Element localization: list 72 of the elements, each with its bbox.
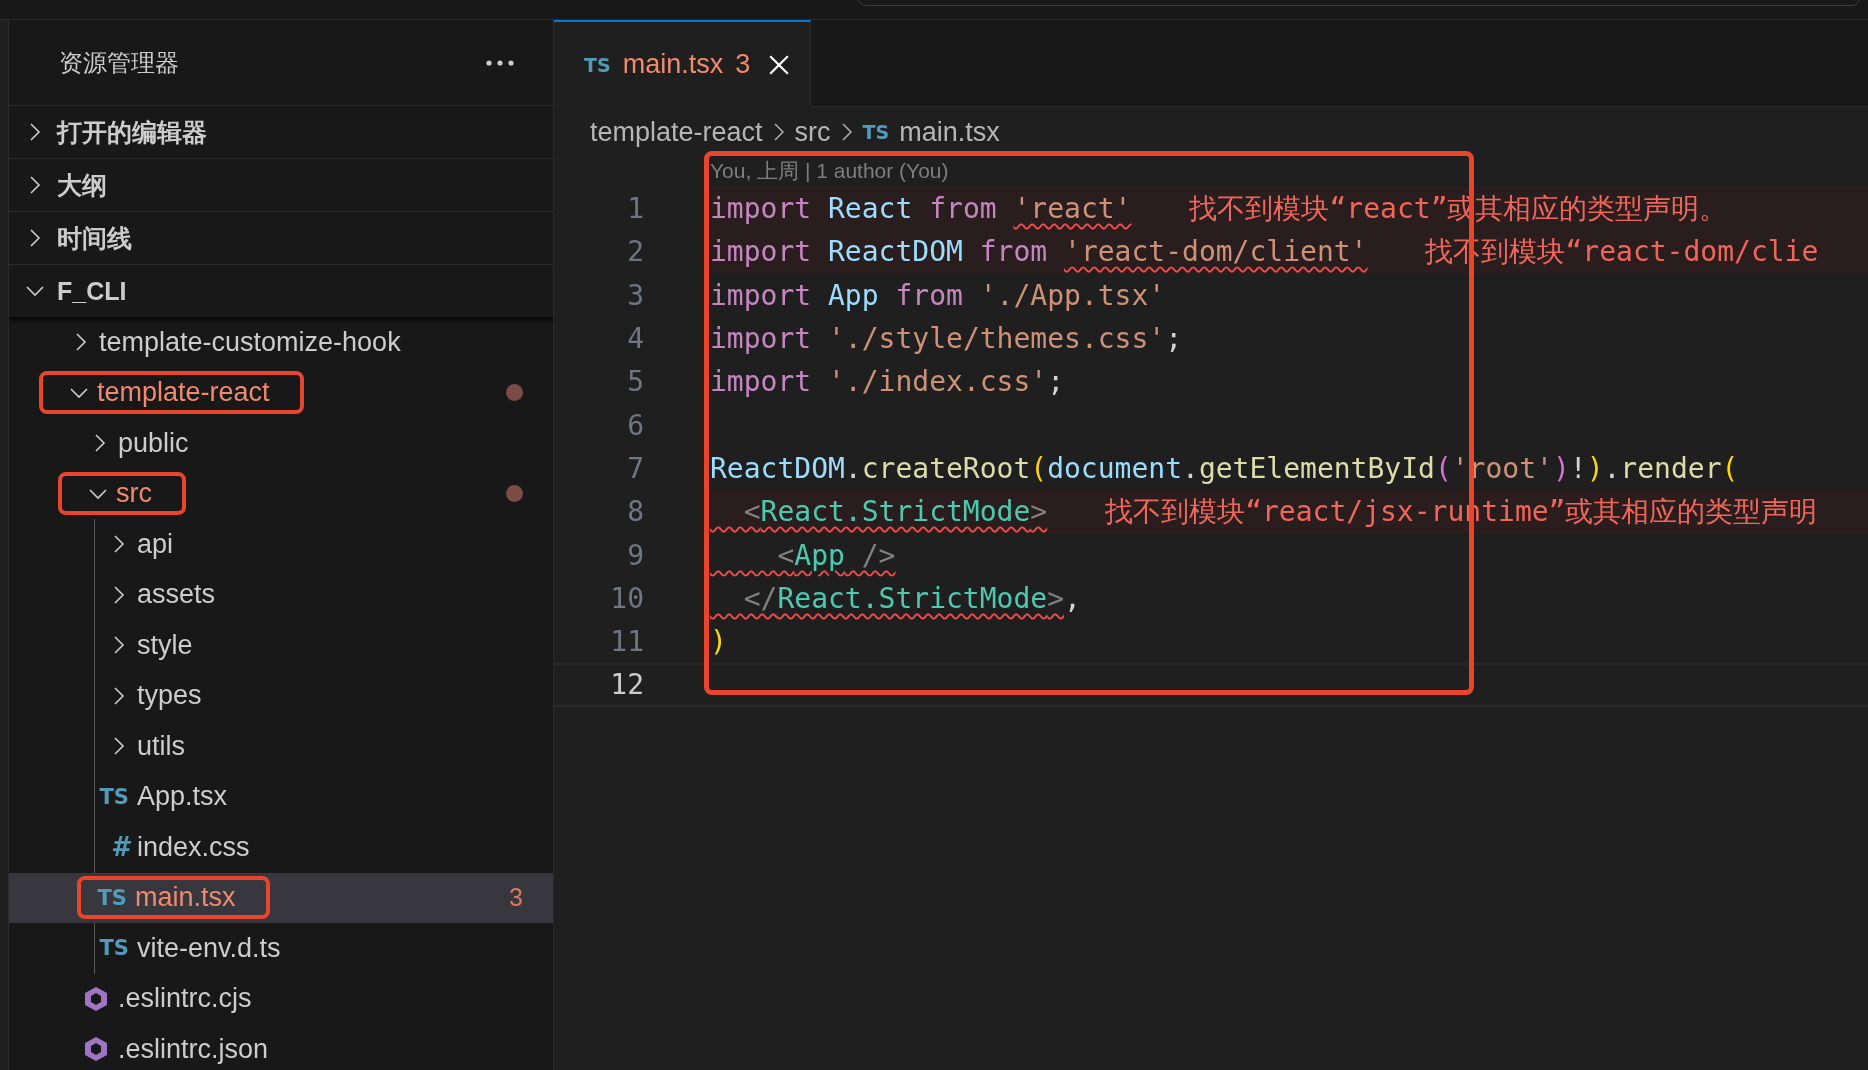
tree-item[interactable]: assets: [9, 569, 553, 620]
tree-item[interactable]: template-customize-hook: [9, 317, 553, 368]
tree-item[interactable]: template-react: [9, 367, 553, 418]
section-header[interactable]: 打开的编辑器: [9, 105, 553, 158]
line-number: 5: [626, 365, 644, 399]
tree-item[interactable]: TS vite-env.d.ts: [9, 923, 553, 974]
file-type-icon: TS: [99, 936, 129, 961]
code-line: </React.StrictMode>,: [742, 581, 1081, 615]
file-name: .eslintrc.cjs: [118, 983, 252, 1015]
file-type-icon: TS: [99, 784, 129, 809]
code-line: import React from 'react': [710, 192, 1132, 226]
section-header[interactable]: 时间线: [9, 211, 553, 264]
line-number: 12: [609, 668, 644, 702]
tree-item[interactable]: TS main.tsx 3: [9, 872, 553, 923]
breadcrumb-item[interactable]: template-react: [590, 116, 763, 148]
tree-item[interactable]: TS App.tsx: [9, 771, 553, 822]
code-line: import ReactDOM from 'react-dom/client': [710, 235, 1368, 269]
close-icon[interactable]: [768, 53, 791, 76]
file-name: main.tsx: [135, 882, 236, 914]
file-type-icon: TS: [862, 121, 890, 143]
line-number: 7: [626, 451, 644, 485]
file-name: vite-env.d.ts: [137, 932, 281, 964]
tree-item[interactable]: .eslintrc.json: [9, 1024, 553, 1070]
code-line: import './style/themes.css';: [710, 322, 1183, 356]
line-number: 9: [626, 538, 644, 572]
file-name: index.css: [137, 831, 250, 863]
code-line: import './index.css';: [710, 365, 1065, 399]
file-type-icon: TS: [97, 885, 127, 910]
tree-item[interactable]: utils: [9, 721, 553, 772]
code-line: <App />: [776, 538, 896, 572]
line-number: 6: [626, 408, 644, 442]
blame-annotation[interactable]: You, 上周 | 1 author (You): [710, 157, 949, 185]
breadcrumb-item[interactable]: main.tsx: [899, 116, 1000, 148]
tree-item[interactable]: src: [9, 468, 553, 519]
file-name: App.tsx: [137, 781, 228, 813]
hexagon-icon: [82, 984, 110, 1013]
file-name: .eslintrc.json: [118, 1033, 269, 1065]
file-name: style: [137, 629, 193, 661]
line-number: 1: [626, 192, 644, 226]
file-name: public: [118, 427, 189, 459]
file-name: utils: [137, 730, 185, 762]
more-icon[interactable]: [485, 58, 515, 67]
breadcrumb-item[interactable]: src: [794, 116, 831, 148]
line-number: 8: [626, 495, 644, 529]
tree-item[interactable]: # index.css: [9, 822, 553, 873]
panel-title: 资源管理器: [59, 47, 179, 78]
code-line: import App from './App.tsx': [710, 278, 1166, 312]
file-name: api: [137, 528, 174, 560]
line-number: 4: [626, 322, 644, 356]
line-number: 3: [626, 278, 644, 312]
file-name: template-customize-hook: [99, 326, 401, 358]
line-number: 11: [609, 625, 644, 659]
file-name: src: [116, 478, 152, 510]
hexagon-icon: [82, 1035, 110, 1064]
tree-item[interactable]: public: [9, 418, 553, 469]
chevron-right-icon: [772, 122, 785, 142]
line-number: 10: [609, 581, 644, 615]
tree-item[interactable]: api: [9, 519, 553, 570]
chevron-right-icon: [840, 122, 853, 142]
editor-tab[interactable]: TS main.tsx 3: [554, 20, 812, 107]
line-number: 2: [626, 235, 644, 269]
code-line: <React.StrictMode>: [742, 495, 1048, 529]
file-name: template-react: [97, 377, 270, 409]
code-line: ): [710, 625, 727, 659]
tree-item[interactable]: types: [9, 670, 553, 721]
tree-item[interactable]: .eslintrc.cjs: [9, 973, 553, 1024]
file-name: types: [137, 680, 202, 712]
file-name: assets: [137, 579, 216, 611]
problem-count: 3: [509, 883, 523, 913]
section-header[interactable]: F_CLI: [9, 264, 553, 317]
tree-item[interactable]: style: [9, 620, 553, 671]
section-header[interactable]: 大纲: [9, 158, 553, 211]
